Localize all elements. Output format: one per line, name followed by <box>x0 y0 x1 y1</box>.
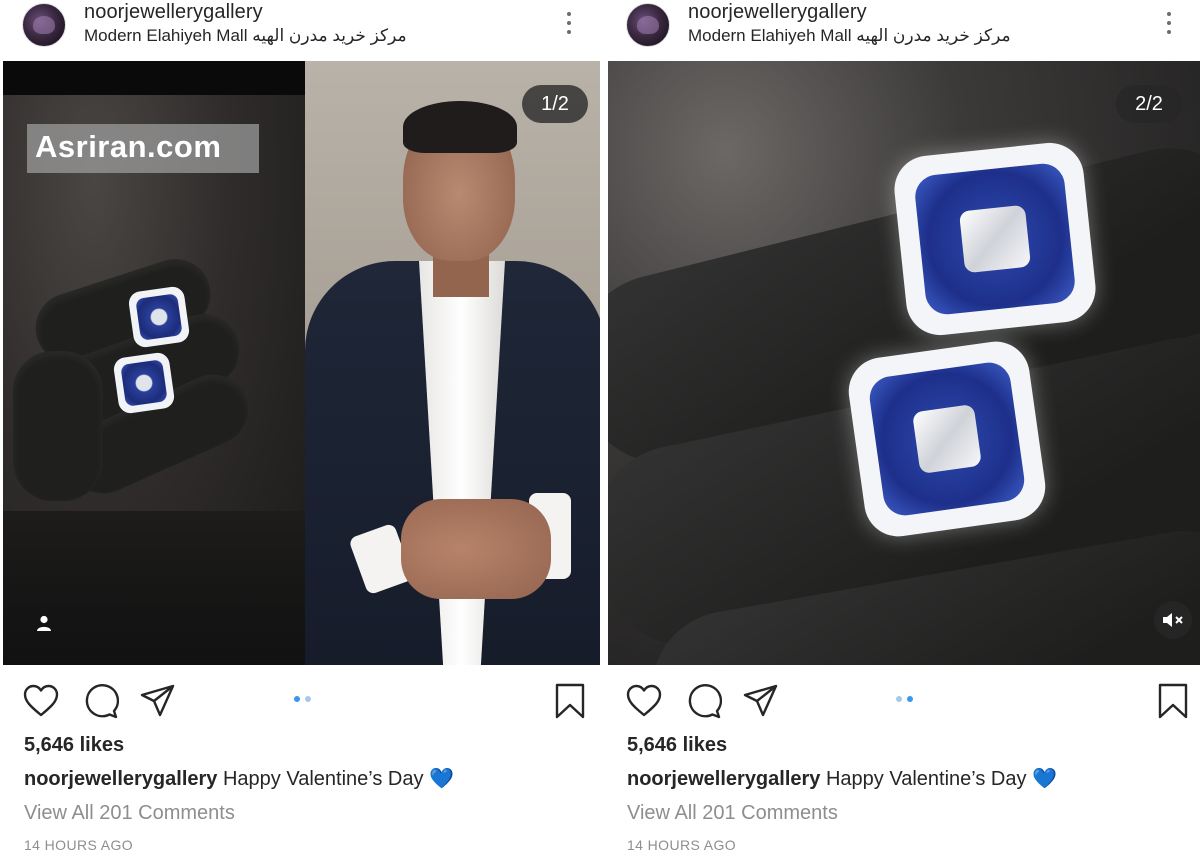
view-comments-link[interactable]: View All 201 Comments <box>627 802 838 825</box>
carousel-counter: 1/2 <box>522 85 588 123</box>
speaker-muted-icon[interactable] <box>1154 601 1192 639</box>
post-media[interactable]: Asriran.com 1/2 <box>3 61 606 665</box>
comment-bubble-icon[interactable] <box>81 682 119 720</box>
rings-photo: Asriran.com <box>3 61 305 665</box>
blue-heart-emoji: 💙 <box>429 768 454 790</box>
carousel-dot-2 <box>907 696 913 702</box>
paper-plane-icon[interactable] <box>742 682 780 720</box>
username[interactable]: noorjewellerygallery <box>84 1 263 24</box>
carousel-dot-1 <box>896 696 902 702</box>
post-card-1: noorjewellerygallery Modern Elahiyeh Mal… <box>0 0 606 862</box>
caption-text: Happy Valentine’s Day <box>820 768 1033 790</box>
more-options-icon[interactable] <box>1164 10 1174 36</box>
view-comments-link[interactable]: View All 201 Comments <box>24 802 235 825</box>
carousel-dots <box>896 694 920 704</box>
ring-top <box>891 139 1099 339</box>
likes-count[interactable]: 5,646 likes <box>24 734 124 757</box>
post-header: noorjewellerygallery Modern Elahiyeh Mal… <box>0 0 600 58</box>
watermark: Asriran.com <box>27 124 259 173</box>
blue-heart-emoji: 💙 <box>1032 768 1057 790</box>
man-photo <box>305 61 606 665</box>
ring-bottom <box>112 351 176 415</box>
carousel-dot-2 <box>305 696 311 702</box>
post-media[interactable]: 2/2 <box>608 61 1200 665</box>
paper-plane-icon[interactable] <box>139 682 177 720</box>
person-icon[interactable] <box>35 614 53 632</box>
carousel-dot-1 <box>294 696 300 702</box>
location-link[interactable]: Modern Elahiyeh Mall مرکز خرید مدرن الهی… <box>688 26 1011 46</box>
avatar[interactable] <box>22 3 66 47</box>
likes-count[interactable]: 5,646 likes <box>627 734 727 757</box>
caption-username[interactable]: noorjewellerygallery <box>627 768 820 790</box>
caption-text: Happy Valentine’s Day <box>217 768 430 790</box>
post-timestamp: 14 HOURS AGO <box>627 837 737 853</box>
action-bar <box>0 672 600 728</box>
bookmark-icon[interactable] <box>551 682 589 720</box>
heart-outline-icon[interactable] <box>22 682 60 720</box>
carousel-dots <box>294 694 318 704</box>
avatar[interactable] <box>626 3 670 47</box>
rings-closeup-photo <box>608 61 1200 665</box>
comment-bubble-icon[interactable] <box>684 682 722 720</box>
ring-top <box>127 285 191 349</box>
username[interactable]: noorjewellerygallery <box>688 1 867 24</box>
post-header: noorjewellerygallery Modern Elahiyeh Mal… <box>604 0 1200 58</box>
heart-outline-icon[interactable] <box>625 682 663 720</box>
caption: noorjewellerygallery Happy Valentine’s D… <box>627 766 1057 791</box>
location-link[interactable]: Modern Elahiyeh Mall مرکز خرید مدرن الهی… <box>84 26 407 46</box>
more-options-icon[interactable] <box>564 10 574 36</box>
ring-bottom <box>844 337 1050 541</box>
post-timestamp: 14 HOURS AGO <box>24 837 134 853</box>
caption-username[interactable]: noorjewellerygallery <box>24 768 217 790</box>
caption: noorjewellerygallery Happy Valentine’s D… <box>24 766 454 791</box>
bookmark-icon[interactable] <box>1154 682 1192 720</box>
post-card-2: noorjewellerygallery Modern Elahiyeh Mal… <box>604 0 1200 862</box>
action-bar <box>604 672 1200 728</box>
carousel-counter: 2/2 <box>1116 85 1182 123</box>
